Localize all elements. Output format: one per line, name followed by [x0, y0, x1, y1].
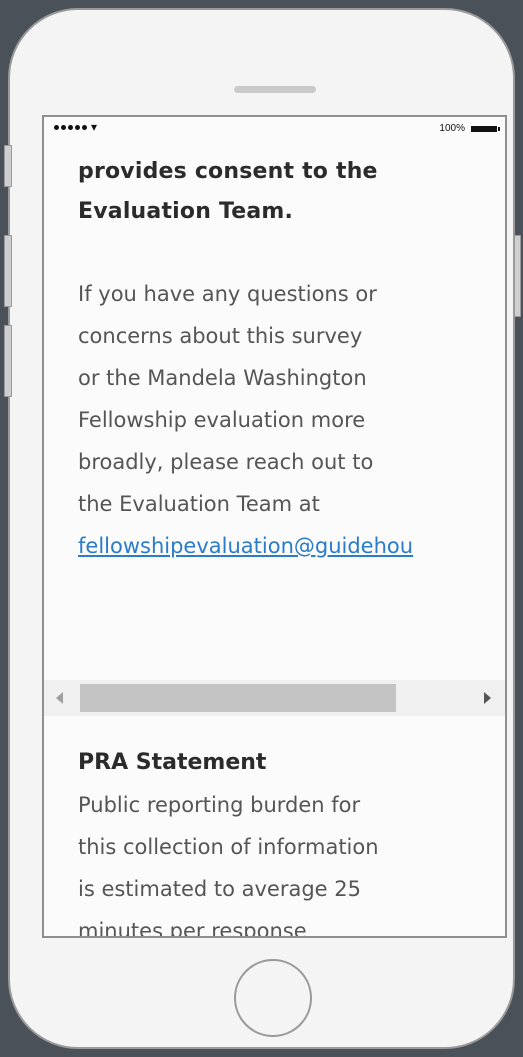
consent-heading: provides consent to the Evaluation Team. — [78, 152, 498, 232]
volume-down-button — [4, 325, 12, 397]
contact-paragraph: If you have any questions or concerns ab… — [78, 273, 505, 567]
phone-frame: ▾ 100% provides consent to the Evaluatio… — [8, 8, 515, 1049]
contact-line: broadly, please reach out to — [78, 450, 374, 474]
battery-label: 100% — [439, 123, 465, 134]
power-button — [514, 235, 521, 317]
contact-email-link[interactable]: fellowshipevaluation@guidehou — [78, 525, 505, 567]
chevron-right-icon[interactable] — [484, 692, 491, 704]
volume-up-button — [4, 235, 12, 307]
phone-screen: ▾ 100% provides consent to the Evaluatio… — [42, 115, 507, 938]
chevron-left-icon[interactable] — [56, 692, 63, 704]
pra-line: is estimated to average 25 — [78, 877, 361, 901]
pra-statement-body: Public reporting burden for this collect… — [78, 784, 505, 938]
home-button-icon[interactable] — [234, 959, 312, 1037]
speaker-icon — [234, 86, 316, 93]
contact-line: the Evaluation Team at — [78, 492, 320, 516]
contact-line: concerns about this survey — [78, 324, 363, 348]
mute-switch — [4, 145, 12, 187]
contact-line: If you have any questions or — [78, 282, 377, 306]
pra-line: this collection of information — [78, 835, 379, 859]
consent-line: Evaluation Team. — [78, 199, 294, 224]
horizontal-scrollbar[interactable] — [44, 680, 505, 716]
scrollbar-thumb[interactable] — [80, 684, 396, 712]
contact-line: or the Mandela Washington — [78, 366, 367, 390]
wifi-icon: ▾ — [91, 120, 98, 134]
status-bar: ▾ 100% — [44, 117, 505, 139]
pra-statement-title: PRA Statement — [78, 750, 267, 775]
consent-line: provides consent to the — [78, 159, 378, 184]
signal-dots-icon — [54, 125, 87, 130]
pra-line: Public reporting burden for — [78, 793, 361, 817]
battery-icon — [471, 126, 500, 132]
contact-line: Fellowship evaluation more — [78, 408, 366, 432]
pra-line: minutes per response — [78, 919, 307, 938]
